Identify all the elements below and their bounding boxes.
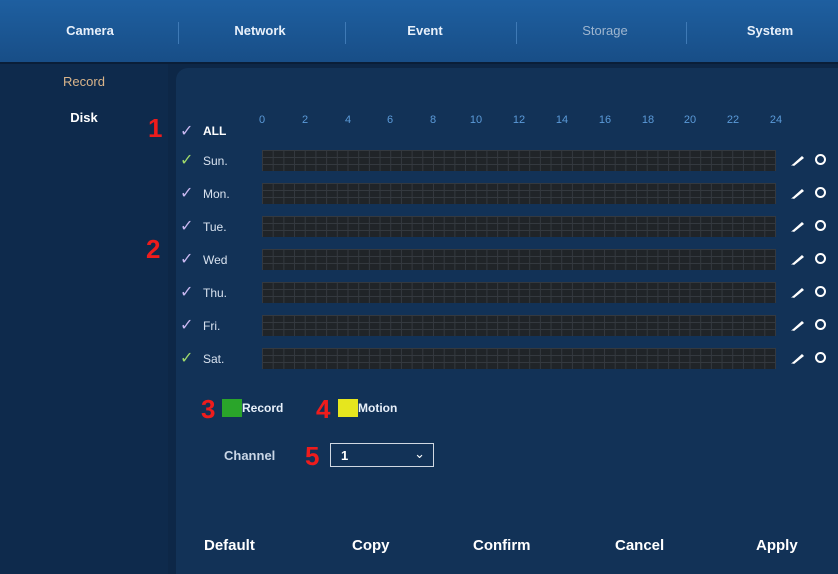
tab-divider <box>345 22 346 44</box>
circle-settings-icon[interactable] <box>815 253 826 264</box>
tab-camera[interactable]: Camera <box>40 0 140 62</box>
schedule-grid-sun[interactable] <box>262 150 776 171</box>
channel-select[interactable]: 1 ⌄ <box>330 443 434 467</box>
hour-label: 6 <box>386 114 394 126</box>
sidebar: Record Disk <box>0 64 168 574</box>
tab-storage[interactable]: Storage <box>555 0 655 62</box>
apply-button[interactable]: Apply <box>756 537 798 554</box>
tab-network[interactable]: Network <box>205 0 315 62</box>
pencil-icon[interactable] <box>790 351 806 365</box>
circle-settings-icon[interactable] <box>815 187 826 198</box>
hour-label: 4 <box>344 114 352 126</box>
top-nav-bar: Camera Network Event Storage System <box>0 0 838 64</box>
schedule-grid-fri[interactable] <box>262 315 776 336</box>
tab-divider <box>516 22 517 44</box>
pencil-icon[interactable] <box>790 153 806 167</box>
hour-label: 10 <box>469 114 483 126</box>
day-checkbox-mon[interactable]: ✓ <box>180 183 193 203</box>
channel-value: 1 <box>341 448 349 463</box>
all-checkbox[interactable]: ✓ <box>180 121 193 141</box>
annotation-marker-5: 5 <box>305 441 320 471</box>
sidebar-item-record[interactable]: Record <box>0 74 168 89</box>
hour-label: 12 <box>512 114 526 126</box>
all-label: ALL <box>203 124 227 138</box>
tab-event[interactable]: Event <box>380 0 470 62</box>
channel-label: Channel <box>224 448 276 463</box>
copy-button[interactable]: Copy <box>352 537 390 554</box>
day-checkbox-thu[interactable]: ✓ <box>180 282 193 302</box>
day-label-wed: Wed <box>203 253 228 267</box>
day-label-sat: Sat. <box>203 352 225 366</box>
hour-label: 22 <box>726 114 740 126</box>
pencil-icon[interactable] <box>790 318 806 332</box>
hour-label: 18 <box>641 114 655 126</box>
circle-settings-icon[interactable] <box>815 286 826 297</box>
default-button[interactable]: Default <box>204 537 255 554</box>
schedule-grid-thu[interactable] <box>262 282 776 303</box>
annotation-marker-3: 3 <box>201 394 216 424</box>
motion-color-swatch[interactable] <box>338 399 358 417</box>
schedule-grid-mon[interactable] <box>262 183 776 204</box>
confirm-button[interactable]: Confirm <box>473 537 531 554</box>
chevron-down-icon: ⌄ <box>414 446 425 461</box>
pencil-icon[interactable] <box>790 285 806 299</box>
tab-divider <box>686 22 687 44</box>
day-label-fri: Fri. <box>203 319 221 333</box>
day-label-sun: Sun. <box>203 154 228 168</box>
record-legend-label: Record <box>242 401 284 415</box>
schedule-grid-wed[interactable] <box>262 249 776 270</box>
pencil-icon[interactable] <box>790 219 806 233</box>
day-checkbox-tue[interactable]: ✓ <box>180 216 193 236</box>
sidebar-item-disk[interactable]: Disk <box>0 110 168 125</box>
circle-settings-icon[interactable] <box>815 352 826 363</box>
circle-settings-icon[interactable] <box>815 154 826 165</box>
day-checkbox-sat[interactable]: ✓ <box>180 348 193 368</box>
hour-label: 16 <box>598 114 612 126</box>
circle-settings-icon[interactable] <box>815 220 826 231</box>
annotation-marker-1: 1 <box>148 113 163 143</box>
schedule-grid-sat[interactable] <box>262 348 776 369</box>
pencil-icon[interactable] <box>790 186 806 200</box>
cancel-button[interactable]: Cancel <box>615 537 664 554</box>
hour-label: 0 <box>258 114 266 126</box>
tab-divider <box>178 22 179 44</box>
day-checkbox-wed[interactable]: ✓ <box>180 249 193 269</box>
pencil-icon[interactable] <box>790 252 806 266</box>
record-color-swatch[interactable] <box>222 399 242 417</box>
day-label-tue: Tue. <box>203 220 227 234</box>
day-label-thu: Thu. <box>203 286 228 300</box>
schedule-grid-tue[interactable] <box>262 216 776 237</box>
day-checkbox-sun[interactable]: ✓ <box>180 150 193 170</box>
hour-label: 24 <box>769 114 783 126</box>
annotation-marker-4: 4 <box>316 394 331 424</box>
annotation-marker-2: 2 <box>146 234 161 264</box>
hour-label: 8 <box>429 114 437 126</box>
motion-legend-label: Motion <box>358 401 398 415</box>
day-label-mon: Mon. <box>203 187 230 201</box>
hour-label: 20 <box>683 114 697 126</box>
hour-label: 2 <box>301 114 309 126</box>
day-checkbox-fri[interactable]: ✓ <box>180 315 193 335</box>
tab-system[interactable]: System <box>715 0 825 62</box>
circle-settings-icon[interactable] <box>815 319 826 330</box>
hour-label: 14 <box>555 114 569 126</box>
